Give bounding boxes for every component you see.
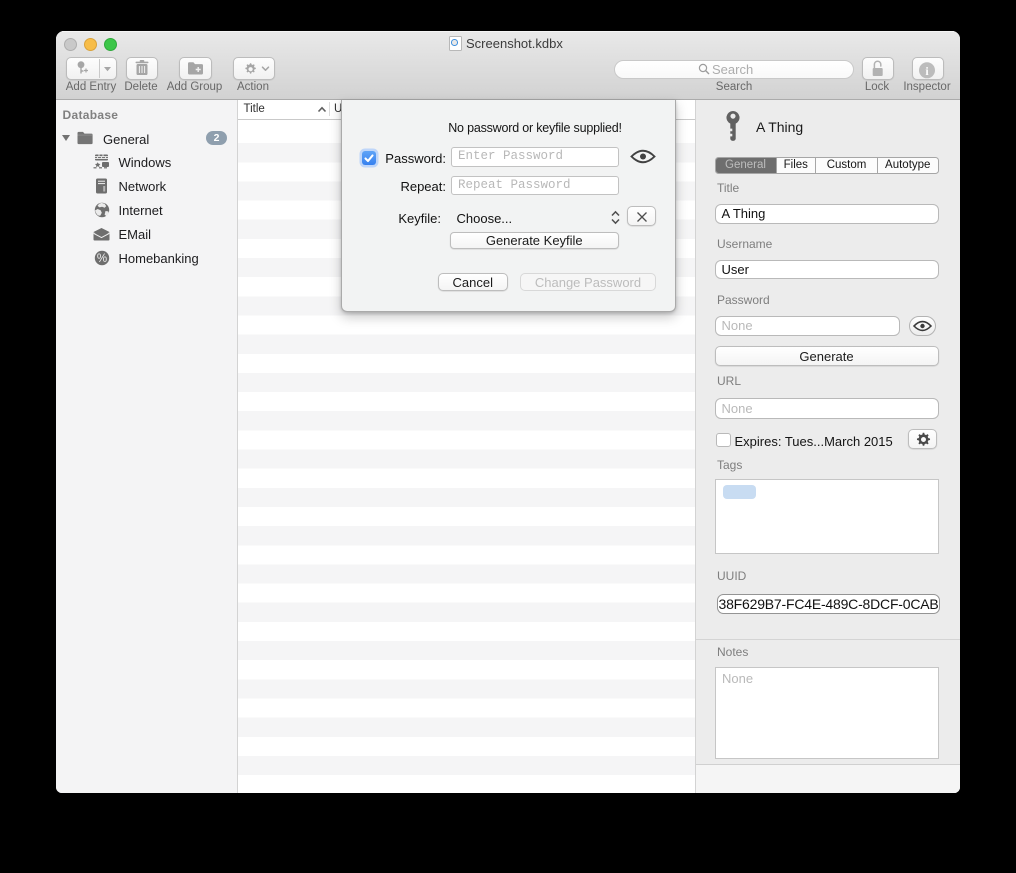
- svg-text:%: %: [96, 253, 106, 265]
